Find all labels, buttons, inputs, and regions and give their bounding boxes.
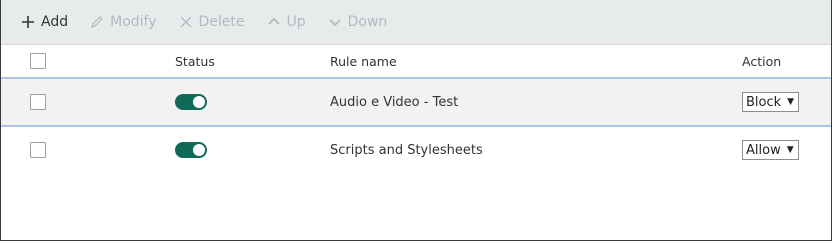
- rules-table: Status Rule name Action Audio e Video - …: [1, 45, 831, 173]
- toggle-knob: [193, 144, 205, 156]
- toggle-knob: [193, 96, 205, 108]
- status-toggle[interactable]: [175, 94, 207, 110]
- dropdown-arrow-icon: ▼: [786, 145, 794, 155]
- rule-name-column-header[interactable]: Rule name: [330, 45, 397, 77]
- row-checkbox[interactable]: [30, 142, 46, 158]
- up-label: Up: [286, 14, 306, 30]
- down-button[interactable]: Down: [328, 14, 388, 30]
- chevron-up-icon: [267, 15, 281, 29]
- select-all-checkbox[interactable]: [30, 53, 46, 69]
- table-header: Status Rule name Action: [1, 45, 831, 77]
- chevron-down-icon: [328, 15, 342, 29]
- modify-label: Modify: [110, 14, 157, 30]
- status-toggle[interactable]: [175, 142, 207, 158]
- delete-button[interactable]: Delete: [179, 14, 245, 30]
- toolbar: Add Modify Delete Up Down: [1, 0, 831, 45]
- action-select[interactable]: Allow ▼: [742, 140, 799, 160]
- status-column-header[interactable]: Status: [175, 45, 215, 77]
- down-label: Down: [347, 14, 388, 30]
- rule-name: Scripts and Stylesheets: [330, 142, 483, 158]
- add-button[interactable]: Add: [21, 14, 68, 30]
- up-button[interactable]: Up: [267, 14, 306, 30]
- table-row[interactable]: Audio e Video - Test Block ▼: [1, 77, 831, 127]
- dropdown-arrow-icon: ▼: [787, 97, 795, 107]
- delete-label: Delete: [198, 14, 245, 30]
- row-checkbox[interactable]: [30, 94, 46, 110]
- plus-icon: [21, 15, 35, 29]
- close-icon: [179, 15, 193, 29]
- table-row[interactable]: Scripts and Stylesheets Allow ▼: [1, 127, 831, 173]
- rule-name: Audio e Video - Test: [330, 94, 459, 110]
- action-column-header[interactable]: Action: [742, 45, 781, 77]
- add-label: Add: [41, 14, 69, 30]
- action-select[interactable]: Block ▼: [742, 92, 800, 112]
- rules-panel: Add Modify Delete Up Down Status Rule na…: [0, 0, 832, 241]
- action-select-value: Block: [746, 94, 782, 110]
- modify-button[interactable]: Modify: [90, 14, 157, 30]
- pencil-icon: [90, 15, 104, 29]
- action-select-value: Allow: [746, 142, 781, 158]
